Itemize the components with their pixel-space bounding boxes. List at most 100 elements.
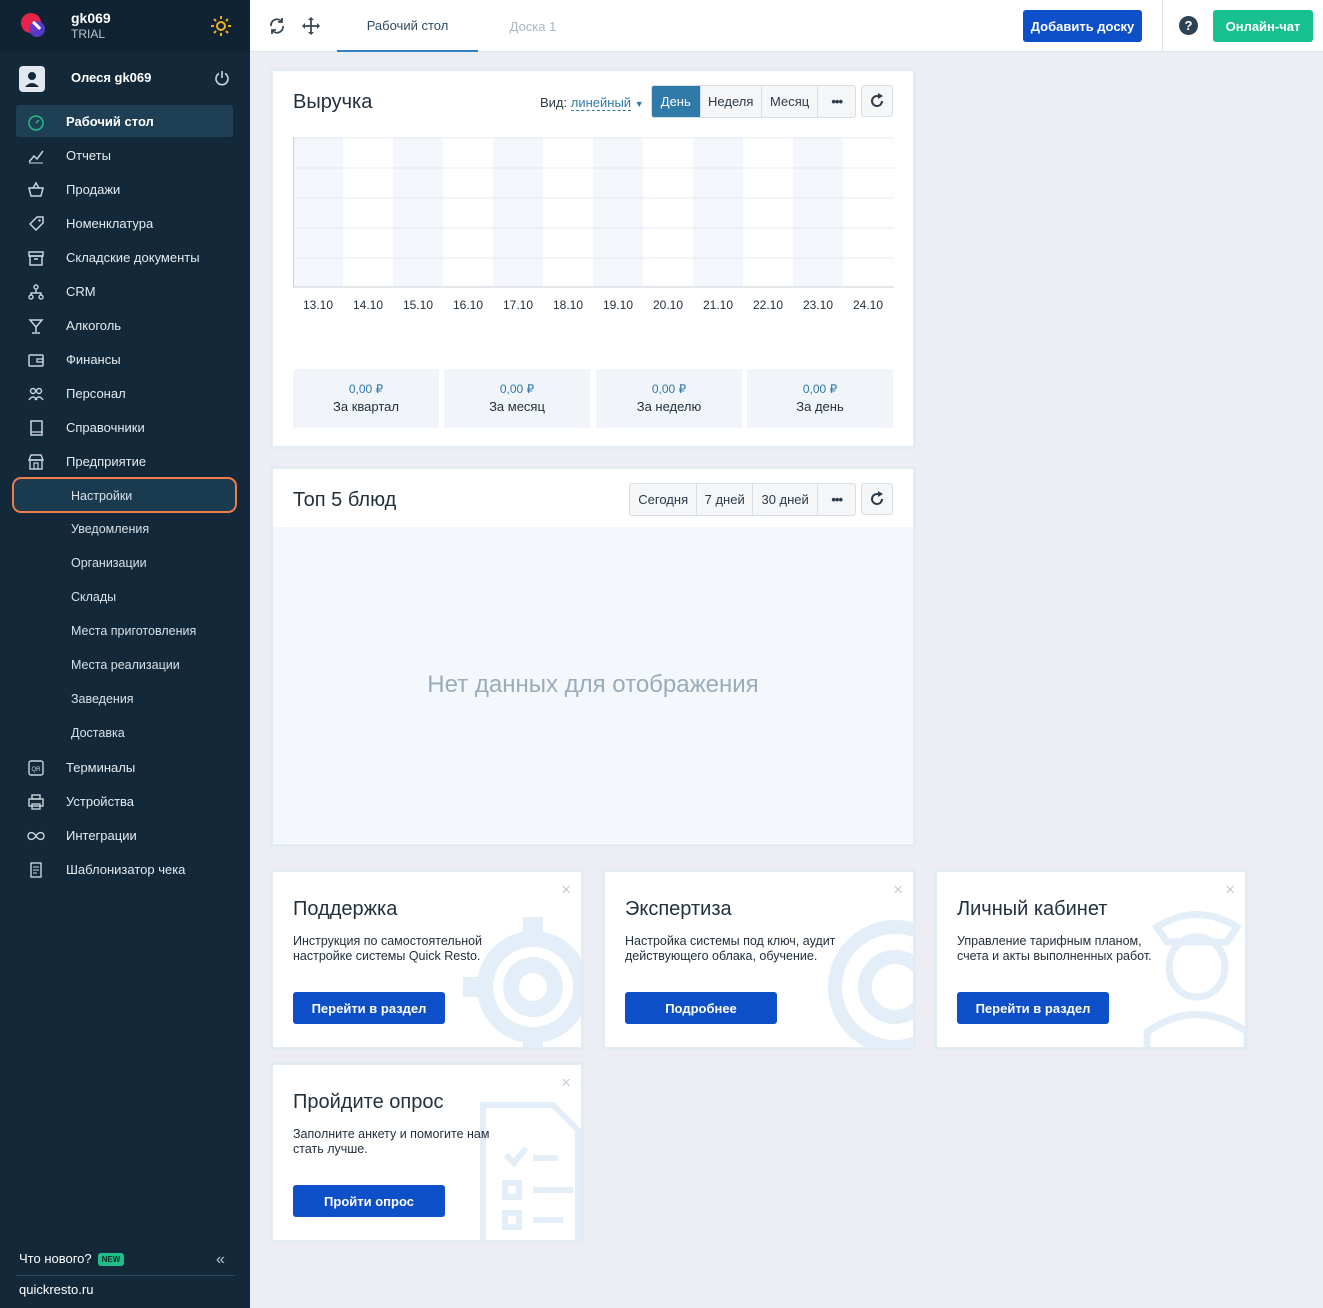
tab-board-1[interactable]: Доска 1: [478, 0, 588, 52]
sidebar-item-reports[interactable]: Отчеты: [16, 139, 233, 171]
sidebar-subitem-sale-places[interactable]: Места реализации: [16, 649, 233, 681]
sidebar-item-finance[interactable]: Финансы: [16, 343, 233, 375]
sidebar-item-devices[interactable]: Устройства: [16, 785, 233, 817]
sidebar-item-crm[interactable]: CRM: [16, 275, 233, 307]
promo-support-card: Поддержка Инструкция по самостоятельной …: [270, 869, 584, 1050]
site-link[interactable]: quickresto.ru: [19, 1282, 93, 1297]
sidebar-item-label: Складские документы: [66, 249, 200, 265]
stat-quarter: 0,00 ₽ За квартал: [293, 369, 439, 428]
logo-icon[interactable]: [20, 12, 46, 38]
go-to-section-button[interactable]: Перейти в раздел: [293, 992, 445, 1024]
period-7-days-button[interactable]: 7 дней: [697, 484, 753, 515]
archive-icon: [28, 251, 44, 266]
chart-icon: [28, 150, 44, 164]
period-week-button[interactable]: Неделя: [701, 86, 762, 117]
theme-sun-icon[interactable]: [211, 16, 231, 36]
stat-value: 0,00 ₽: [348, 382, 384, 396]
sidebar-item-dashboard[interactable]: Рабочий стол: [16, 105, 233, 137]
divider: [1162, 0, 1163, 52]
chart-x-tick-label: 13.10: [303, 298, 333, 312]
sidebar-item-label: CRM: [66, 283, 96, 299]
sidebar-subitem-delivery[interactable]: Доставка: [16, 717, 233, 749]
chart-x-tick-label: 20.10: [653, 298, 683, 312]
sidebar-item-integrations[interactable]: Интеграции: [16, 819, 233, 851]
power-icon[interactable]: [214, 70, 230, 86]
more-details-button[interactable]: Подробнее: [625, 992, 777, 1024]
sidebar-item-label: Продажи: [66, 181, 121, 197]
stat-value: 0,00 ₽: [802, 382, 838, 396]
top5-card: Топ 5 блюд Сегодня 7 дней 30 дней ••• Не…: [270, 466, 916, 847]
sidebar-subitem-settings[interactable]: Настройки: [12, 477, 237, 513]
sidebar-item-receipt-templates[interactable]: Шаблонизатор чека: [16, 853, 233, 885]
chart-x-tick-label: 24.10: [853, 298, 883, 312]
more-options-button[interactable]: •••: [818, 86, 855, 117]
sidebar-subitem-venues[interactable]: Заведения: [16, 683, 233, 715]
more-options-button[interactable]: •••: [818, 484, 855, 515]
view-value[interactable]: линейный: [570, 95, 632, 111]
revenue-period-selector: День Неделя Месяц •••: [651, 85, 856, 118]
go-to-section-button[interactable]: Перейти в раздел: [957, 992, 1109, 1024]
sidebar-subitem-notifications[interactable]: Уведомления: [16, 513, 233, 545]
collapse-sidebar-icon[interactable]: «: [216, 1251, 225, 1269]
svg-text:QR: QR: [32, 767, 42, 773]
stat-month: 0,00 ₽ За месяц: [444, 369, 590, 428]
sidebar-subitem-label: Склады: [71, 590, 117, 604]
close-icon[interactable]: ×: [893, 880, 903, 900]
close-icon[interactable]: ×: [561, 1073, 571, 1093]
sidebar-header: gk069 TRIAL: [0, 0, 250, 52]
view-selector[interactable]: Вид: линейный ▼: [540, 95, 644, 111]
period-day-button[interactable]: День: [652, 86, 701, 117]
promo-description: Заполните анкету и помогите нам стать лу…: [293, 1127, 490, 1156]
move-icon[interactable]: [301, 16, 321, 36]
sidebar-item-alcohol[interactable]: Алкоголь: [16, 309, 233, 341]
avatar[interactable]: [19, 66, 45, 92]
take-survey-button[interactable]: Пройти опрос: [293, 1185, 445, 1217]
refresh-button[interactable]: [861, 483, 893, 515]
chart-band: [493, 137, 543, 287]
account-plan: TRIAL: [71, 27, 106, 41]
sidebar-subitem-organizations[interactable]: Организации: [16, 547, 233, 579]
sidebar-subitem-label: Доставка: [71, 726, 125, 740]
sidebar-item-enterprise[interactable]: Предприятие: [16, 445, 233, 477]
whats-new-link[interactable]: Что нового? NEW: [19, 1251, 125, 1267]
sidebar-subitem-label: Заведения: [71, 692, 134, 706]
sidebar-subitem-warehouses[interactable]: Склады: [16, 581, 233, 613]
stat-label: За месяц: [489, 399, 545, 414]
close-icon[interactable]: ×: [1225, 880, 1235, 900]
sidebar-item-staff[interactable]: Персонал: [16, 377, 233, 409]
sidebar-item-nomenclature[interactable]: Номенклатура: [16, 207, 233, 239]
user-icon: [25, 72, 39, 87]
basket-icon: [28, 181, 44, 197]
caret-down-icon: ▼: [634, 99, 644, 109]
dashboard-icon: [28, 115, 44, 131]
promo-title: Поддержка: [293, 898, 398, 920]
sidebar-item-directories[interactable]: Справочники: [16, 411, 233, 443]
sidebar-item-label: Предприятие: [66, 453, 147, 469]
stat-value: 0,00 ₽: [499, 382, 535, 396]
sync-icon[interactable]: [267, 16, 287, 36]
sidebar-item-label: Отчеты: [66, 147, 111, 163]
refresh-button[interactable]: [861, 85, 893, 117]
tab-dashboard[interactable]: Рабочий стол: [337, 0, 478, 52]
sidebar-subitem-cooking-places[interactable]: Места приготовления: [16, 615, 233, 647]
period-month-button[interactable]: Месяц: [762, 86, 819, 117]
period-30-days-button[interactable]: 30 дней: [753, 484, 819, 515]
help-icon[interactable]: ?: [1179, 16, 1198, 35]
chart-x-tick-label: 15.10: [403, 298, 433, 312]
receipt-icon: [30, 862, 42, 878]
add-board-button[interactable]: Добавить доску: [1023, 10, 1142, 42]
promo-description: Настройка системы под ключ, аудит действ…: [625, 934, 836, 963]
promo-survey-card: Пройдите опрос Заполните анкету и помоги…: [270, 1062, 584, 1243]
promo-title: Личный кабинет: [957, 898, 1108, 920]
sidebar-subitem-label: Места реализации: [71, 658, 180, 672]
online-chat-button[interactable]: Онлайн-чат: [1213, 10, 1313, 42]
period-today-button[interactable]: Сегодня: [630, 484, 698, 515]
revenue-card: Выручка Вид: линейный ▼ День Неделя Меся…: [270, 68, 916, 449]
sidebar-item-warehouse-docs[interactable]: Складские документы: [16, 241, 233, 273]
promo-expertise-card: Экспертиза Настройка системы под ключ, а…: [602, 869, 916, 1050]
chart-band: [593, 137, 643, 287]
close-icon[interactable]: ×: [561, 880, 571, 900]
sidebar-item-sales[interactable]: Продажи: [16, 173, 233, 205]
chart-x-tick-label: 22.10: [753, 298, 783, 312]
sidebar-item-terminals[interactable]: QR Терминалы: [16, 751, 233, 783]
